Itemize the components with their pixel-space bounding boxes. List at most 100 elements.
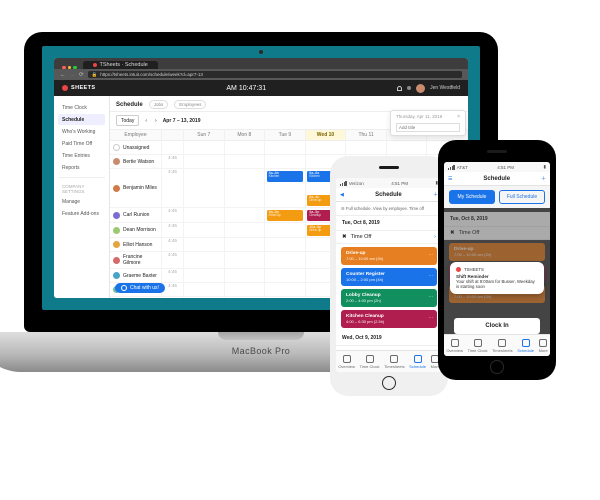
day-cell[interactable] <box>184 141 225 155</box>
day-header[interactable]: Mon 8 <box>225 130 266 141</box>
day-cell[interactable] <box>225 169 266 208</box>
employee-cell[interactable]: Dean Morrison <box>110 223 162 238</box>
employee-cell[interactable]: Carl Runion <box>110 208 162 223</box>
back-button[interactable]: ◀ <box>340 192 344 198</box>
more-icon[interactable]: ⋯ <box>428 295 433 300</box>
sidebar-item-who's-working[interactable]: Who's Working <box>58 126 105 137</box>
sidebar-item-schedule[interactable]: Schedule <box>58 114 105 125</box>
day-cell[interactable] <box>225 208 266 223</box>
next-week-icon[interactable]: › <box>153 118 159 124</box>
tab-time-clock[interactable]: Time Clock <box>360 355 380 369</box>
day-cell[interactable] <box>265 269 306 283</box>
time-off-row[interactable]: ✖ Time Off › <box>336 231 442 244</box>
tab-timesheets[interactable]: Timesheets <box>384 355 405 369</box>
day-cell[interactable] <box>184 223 225 238</box>
brand[interactable]: SHEETS <box>62 85 95 91</box>
day-cell[interactable] <box>225 238 266 252</box>
date-range[interactable]: Apr 7 – 13, 2019 <box>163 118 201 124</box>
day-cell[interactable] <box>184 283 225 297</box>
day-cell[interactable] <box>225 155 266 169</box>
tab-schedule[interactable]: Schedule <box>517 339 534 353</box>
shift-block[interactable]: 8a–8aKitchen <box>267 171 304 182</box>
day-cell[interactable] <box>184 297 225 298</box>
day-cell[interactable] <box>184 269 225 283</box>
day-cell[interactable] <box>265 223 306 238</box>
more-icon[interactable]: ⋯ <box>428 253 433 258</box>
day-cell[interactable] <box>265 297 306 298</box>
day-cell[interactable] <box>225 141 266 155</box>
day-cell[interactable] <box>387 141 428 155</box>
day-cell[interactable] <box>225 283 266 297</box>
sidebar-item-time-clock[interactable]: Time Clock <box>58 102 105 113</box>
event-title-input[interactable] <box>396 123 460 132</box>
employee-cell[interactable]: Bertie Watson <box>110 155 162 169</box>
sidebar-item-feature-add-ons[interactable]: Feature Add-ons <box>58 208 105 219</box>
employee-cell[interactable]: Unassigned <box>110 141 162 155</box>
sidebar-item-manage[interactable]: Manage <box>58 196 105 207</box>
time-off-row[interactable]: ✖ Time Off <box>444 227 550 240</box>
day-cell[interactable] <box>265 238 306 252</box>
day-cell[interactable] <box>265 283 306 297</box>
day-cell[interactable] <box>265 141 306 155</box>
shift-block[interactable]: 9a–5pDrive-up <box>267 210 304 221</box>
tab-more[interactable]: More <box>539 339 548 353</box>
menu-icon[interactable]: ☰ <box>448 176 452 182</box>
employee-cell[interactable]: Graeme Baxter <box>110 269 162 283</box>
home-button[interactable] <box>490 360 504 374</box>
prev-week-icon[interactable]: ‹ <box>143 118 149 124</box>
browser-tab[interactable]: TSheets · Schedule <box>83 61 158 69</box>
day-cell[interactable] <box>225 223 266 238</box>
day-cell[interactable] <box>225 252 266 269</box>
close-icon[interactable]: × <box>457 114 460 120</box>
day-header[interactable]: Wed 10 <box>306 130 347 141</box>
day-cell[interactable] <box>306 141 347 155</box>
reload-icon[interactable]: ⟳ <box>79 72 84 78</box>
avatar[interactable] <box>416 84 425 93</box>
home-button[interactable] <box>382 376 396 390</box>
day-cell[interactable] <box>184 155 225 169</box>
employee-cell[interactable]: Francine Gilmore <box>110 252 162 269</box>
employee-cell[interactable]: Elliot Hanson <box>110 238 162 252</box>
add-button[interactable]: ＋ <box>541 175 546 182</box>
clock-in-button[interactable]: Clock In <box>454 318 540 334</box>
tab-schedule[interactable]: Schedule <box>409 355 426 369</box>
day-cell[interactable] <box>184 169 225 208</box>
day-cell[interactable] <box>265 252 306 269</box>
day-header[interactable]: Thu 11 <box>346 130 387 141</box>
task-card[interactable]: Drive-up7:00 – 10:00 am (3h) <box>449 243 545 261</box>
day-cell[interactable] <box>184 238 225 252</box>
task-card[interactable]: Lobby Cleanup2:00 – 4:00 pm (2h)⋯ <box>341 289 437 307</box>
my-schedule-button[interactable]: My Schedule <box>449 190 495 204</box>
nav-fwd-icon[interactable]: → <box>70 72 76 78</box>
day-cell[interactable]: 8a–8aKitchen <box>265 169 306 208</box>
filter-subtitle[interactable]: ☰ Full schedule. View by employee. Time … <box>336 202 442 216</box>
chat-button[interactable]: Chat with us! <box>115 283 165 293</box>
day-cell[interactable] <box>265 155 306 169</box>
notification-card[interactable]: TSHEETS Shift Reminder Your shift at 9:0… <box>450 262 544 294</box>
day-header[interactable]: Sun 7 <box>184 130 225 141</box>
address-bar[interactable]: 🔒 https://tsheets.intuit.com/schedule/we… <box>88 71 462 78</box>
full-schedule-button[interactable]: Full Schedule <box>499 190 545 204</box>
more-icon[interactable]: ⋯ <box>428 274 433 279</box>
sidebar-item-reports[interactable]: Reports <box>58 162 105 173</box>
help-icon[interactable] <box>407 86 411 90</box>
tab-timesheets[interactable]: Timesheets <box>492 339 513 353</box>
day-cell[interactable] <box>184 208 225 223</box>
day-header[interactable]: Tue 9 <box>265 130 306 141</box>
filter-chip-jobs[interactable]: Jobs <box>149 100 169 109</box>
day-cell[interactable]: 9a–5pDrive-up <box>265 208 306 223</box>
day-cell[interactable] <box>184 252 225 269</box>
tab-overview[interactable]: Overview <box>446 339 463 353</box>
tab-time-clock[interactable]: Time Clock <box>468 339 488 353</box>
task-card[interactable]: Drive-up7:00 – 10:00 am (3h)⋯ <box>341 247 437 265</box>
day-cell[interactable] <box>225 269 266 283</box>
filter-chip-employees[interactable]: Employees <box>174 100 206 109</box>
employee-cell[interactable]: Benjamin Miles <box>110 169 162 208</box>
more-icon[interactable]: ⋯ <box>428 316 433 321</box>
task-card[interactable]: Counter Register10:00 – 2:00 pm (4h)⋯ <box>341 268 437 286</box>
sidebar-item-paid-time-off[interactable]: Paid Time Off <box>58 138 105 149</box>
task-card[interactable]: Kitchen Cleanup4:00 – 6:30 pm (2.5h)⋯ <box>341 310 437 328</box>
day-cell[interactable] <box>225 297 266 298</box>
today-button[interactable]: Today <box>116 115 139 126</box>
nav-back-icon[interactable]: ← <box>60 72 66 78</box>
